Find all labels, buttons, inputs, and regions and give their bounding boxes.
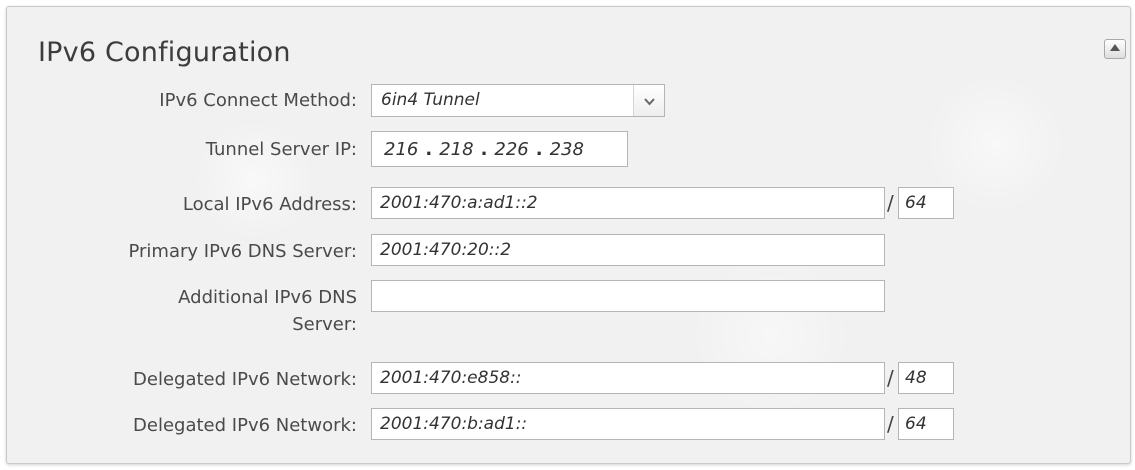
tunnel-server-label: Tunnel Server IP: (205, 139, 357, 160)
connect-method-value: 6in4 Tunnel (381, 90, 480, 110)
tunnel-server-ip-input[interactable]: 216 . 218 . 226 . 238 (371, 131, 628, 167)
prefix-slash: / (887, 412, 894, 436)
collapse-button[interactable] (1104, 39, 1126, 59)
panel-title: IPv6 Configuration (38, 37, 291, 68)
additional-dns-input[interactable] (371, 280, 885, 312)
ip-separator: . (535, 138, 543, 160)
additional-dns-label-line1: Additional IPv6 DNS (178, 287, 357, 308)
collapse-up-icon (1110, 44, 1120, 54)
ip-octet-3[interactable]: 226 (494, 139, 528, 160)
primary-dns-label: Primary IPv6 DNS Server: (128, 241, 357, 262)
ip-octet-4[interactable]: 238 (550, 139, 584, 160)
prefix-slash: / (887, 366, 894, 390)
dropdown-toggle[interactable] (633, 85, 664, 116)
local-address-label: Local IPv6 Address: (182, 194, 357, 215)
connect-method-select[interactable]: 6in4 Tunnel (371, 84, 665, 117)
primary-dns-input[interactable]: 2001:470:20::2 (371, 234, 885, 266)
delegated-network-2-input[interactable]: 2001:470:b:ad1:: (371, 408, 885, 440)
chevron-down-icon (643, 91, 655, 110)
delegated-network-1-label: Delegated IPv6 Network: (133, 369, 357, 390)
delegated-network-1-input[interactable]: 2001:470:e858:: (371, 362, 885, 394)
ip-octet-1[interactable]: 216 (384, 139, 418, 160)
ip-separator: . (480, 138, 488, 160)
delegated-network-2-label: Delegated IPv6 Network: (133, 415, 357, 436)
local-prefix-input[interactable]: 64 (898, 187, 954, 219)
prefix-slash: / (887, 191, 894, 215)
ip-octet-2[interactable]: 218 (439, 139, 473, 160)
connect-method-label: IPv6 Connect Method: (159, 90, 357, 111)
additional-dns-label-line2: Server: (292, 314, 357, 335)
local-address-input[interactable]: 2001:470:a:ad1::2 (371, 187, 885, 219)
delegated-2-prefix-input[interactable]: 64 (898, 408, 954, 440)
delegated-1-prefix-input[interactable]: 48 (898, 362, 954, 394)
ip-separator: . (425, 138, 433, 160)
